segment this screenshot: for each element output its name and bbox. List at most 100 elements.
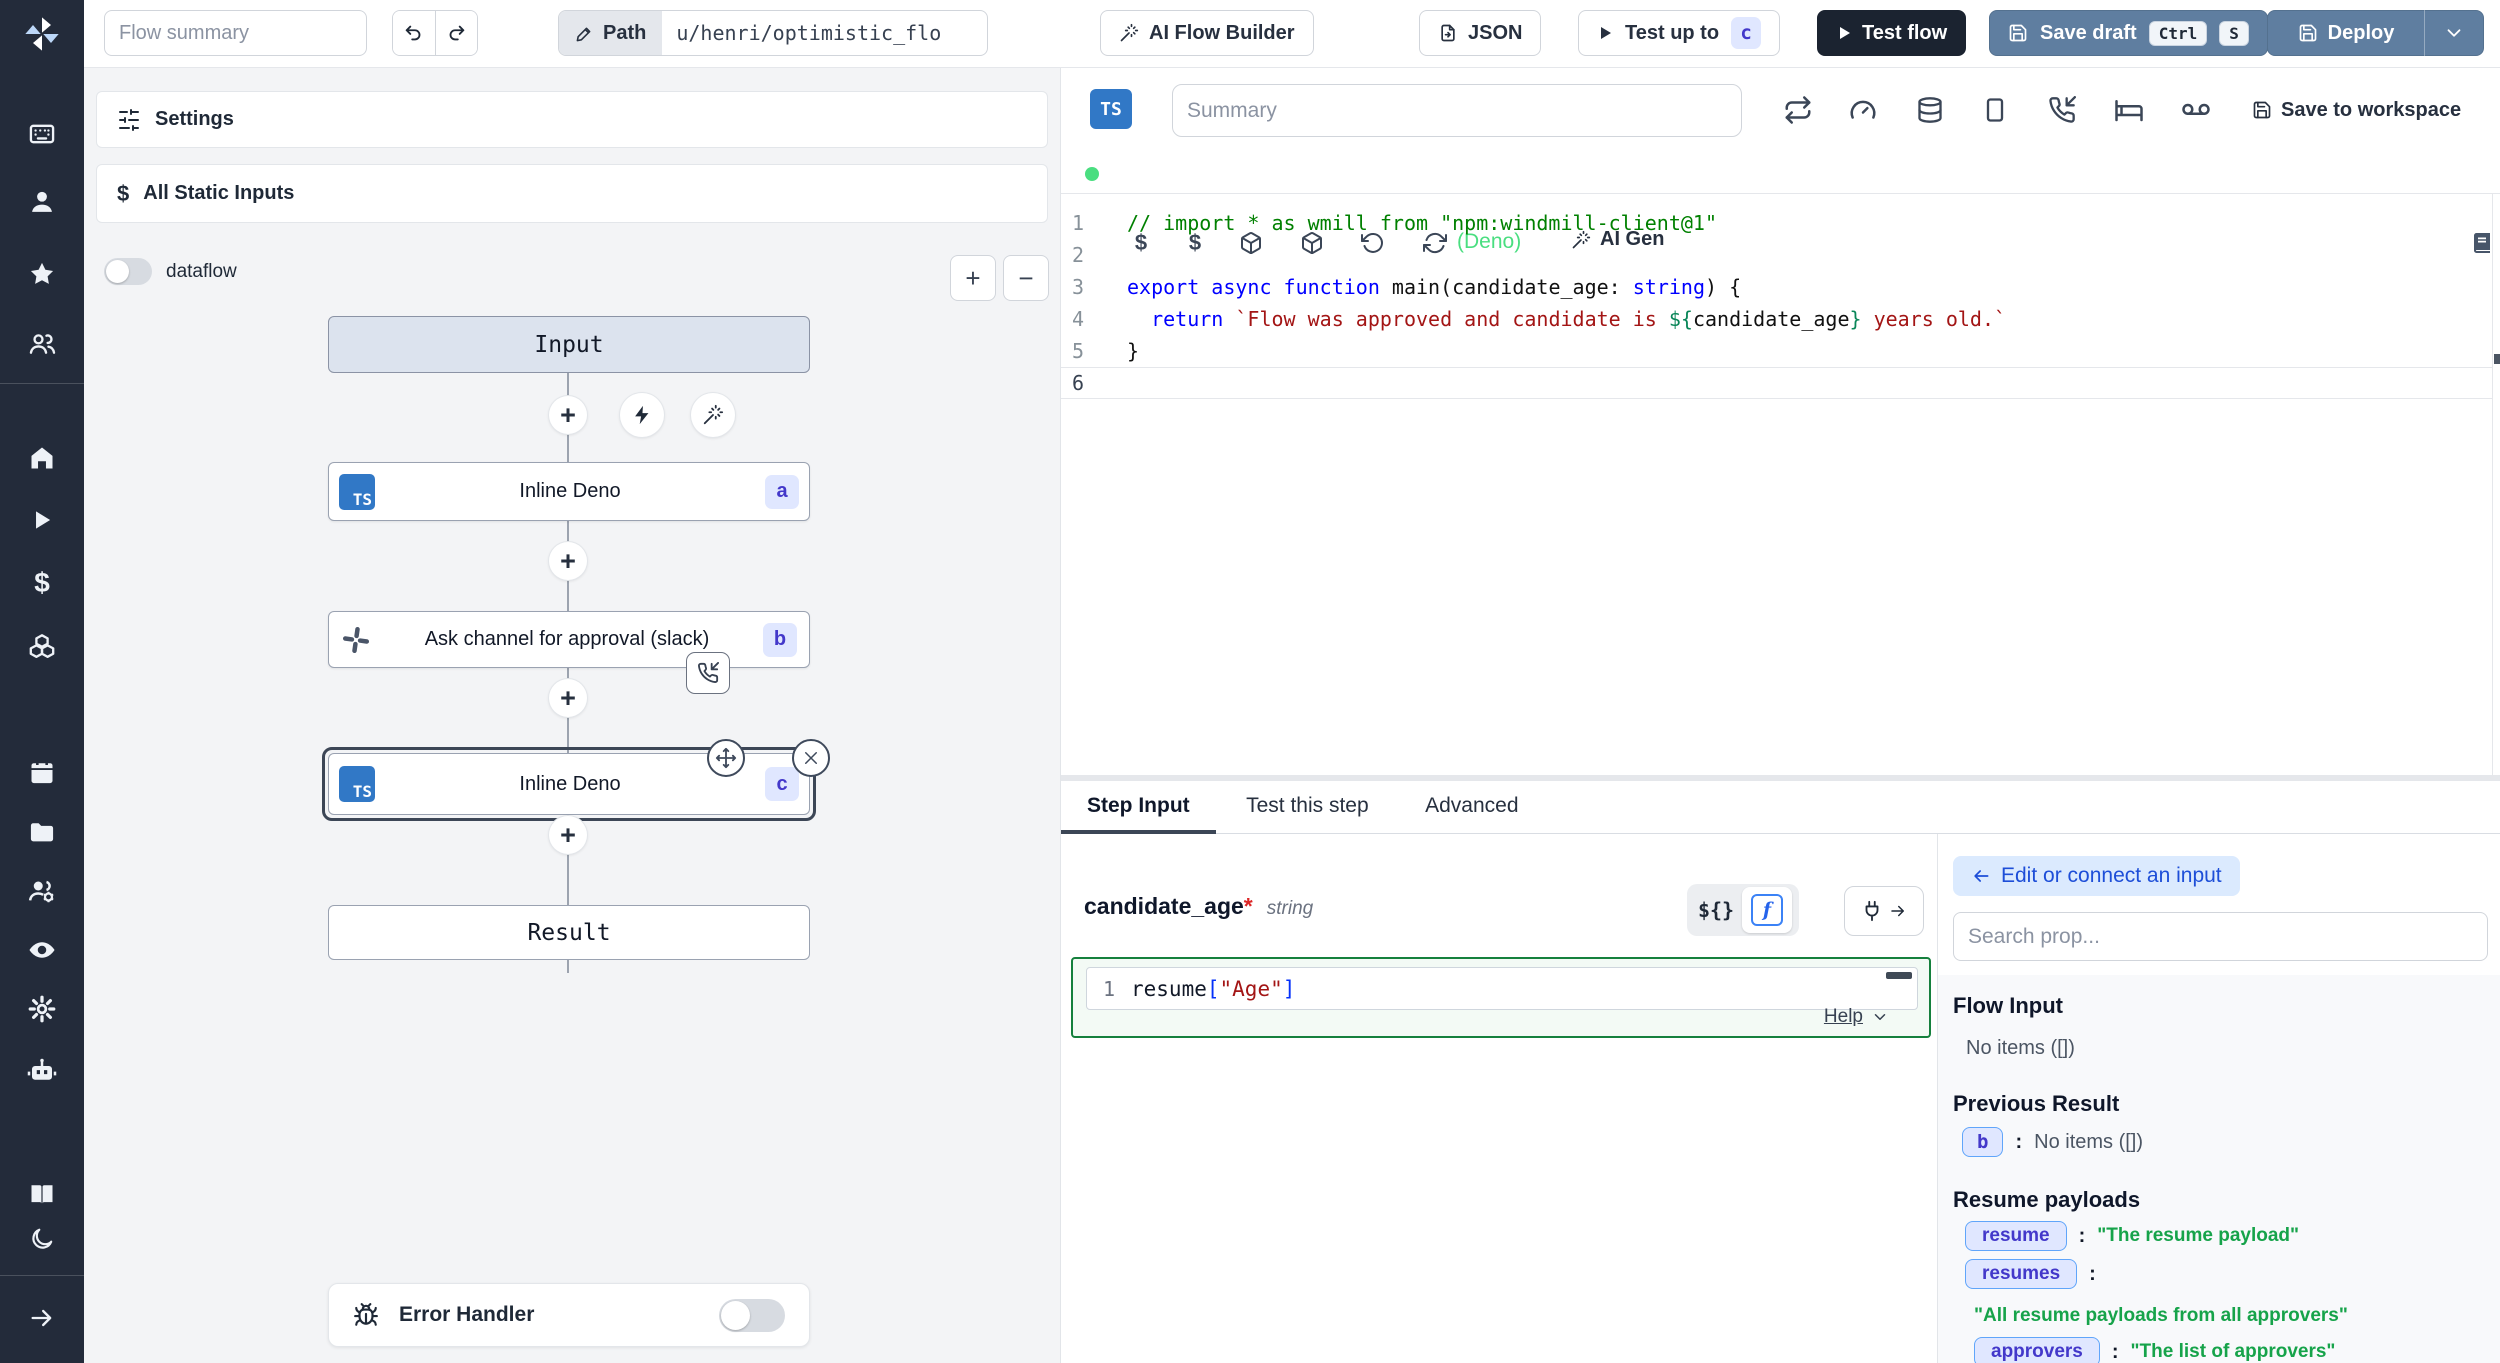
prop-pill-resume[interactable]: resume bbox=[1965, 1221, 2067, 1251]
code-editor[interactable]: 1// import * as wmill from "npm:windmill… bbox=[1061, 193, 2500, 776]
connect-input-panel: Edit or connect an input Flow Input No i… bbox=[1938, 834, 2500, 1363]
insert-step-button[interactable]: + bbox=[549, 816, 587, 854]
variables-dollar-icon[interactable]: $ bbox=[0, 566, 84, 600]
all-static-inputs-card[interactable]: $ All Static Inputs bbox=[96, 164, 1048, 223]
edit-or-connect-back-button[interactable]: Edit or connect an input bbox=[1953, 856, 2240, 896]
flow-node-result[interactable]: Result bbox=[328, 905, 810, 960]
error-handler-toggle[interactable] bbox=[719, 1299, 785, 1332]
ai-suggest-wand-button[interactable] bbox=[691, 393, 735, 437]
home-icon[interactable] bbox=[0, 441, 84, 475]
trigger-bolt-button[interactable] bbox=[620, 393, 664, 437]
settings-card[interactable]: Settings bbox=[96, 91, 1048, 148]
test-flow-button[interactable]: Test flow bbox=[1817, 10, 1966, 56]
search-prop-input[interactable] bbox=[1953, 912, 2488, 961]
prop-description: "The list of approvers" bbox=[2131, 1341, 2336, 1363]
early-stop-gauge-icon[interactable] bbox=[1844, 91, 1882, 129]
users-icon[interactable] bbox=[0, 327, 84, 361]
move-node-button[interactable] bbox=[707, 739, 745, 777]
help-label: Help bbox=[1824, 1006, 1863, 1028]
summary-input[interactable] bbox=[1172, 84, 1742, 137]
user-icon[interactable] bbox=[0, 185, 84, 219]
suspend-phone-incoming-icon bbox=[686, 652, 730, 694]
prop-pill-approvers[interactable]: approvers bbox=[1974, 1337, 2100, 1363]
zoom-in-button[interactable]: + bbox=[950, 255, 996, 301]
sleep-bed-icon[interactable] bbox=[2110, 91, 2148, 129]
windmill-logo-icon[interactable] bbox=[0, 8, 84, 60]
expression-input[interactable]: 1 resume["Age"] bbox=[1086, 967, 1918, 1010]
save-draft-button[interactable]: Save draft Ctrl S bbox=[1989, 10, 2268, 56]
expression-editor[interactable]: 1 resume["Age"] Help bbox=[1071, 957, 1931, 1038]
test-up-to-button[interactable]: Test up to c bbox=[1578, 10, 1780, 56]
help-link[interactable]: Help bbox=[1824, 1006, 1889, 1028]
colon: : bbox=[2112, 1341, 2119, 1363]
colon: : bbox=[2015, 1131, 2022, 1154]
save-to-workspace-label: Save to workspace bbox=[2281, 99, 2461, 122]
flow-node-a[interactable]: TS Inline Deno a bbox=[328, 462, 810, 521]
zoom-out-button[interactable]: − bbox=[1003, 255, 1049, 301]
required-asterisk: * bbox=[1244, 893, 1253, 920]
colon: : bbox=[2079, 1225, 2086, 1248]
undo-button[interactable] bbox=[393, 11, 436, 55]
scrollbar-thumb[interactable] bbox=[1886, 972, 1912, 979]
error-handler-card[interactable]: Error Handler bbox=[328, 1283, 810, 1347]
mock-square-icon[interactable] bbox=[1976, 91, 2014, 129]
workers-bot-icon[interactable] bbox=[0, 1054, 84, 1088]
javascript-mode-button[interactable]: f bbox=[1742, 887, 1792, 933]
apps-icon[interactable] bbox=[0, 117, 84, 151]
insert-step-button[interactable]: + bbox=[549, 396, 587, 434]
redo-button[interactable] bbox=[436, 11, 478, 55]
json-button[interactable]: JSON bbox=[1419, 10, 1541, 56]
wand-sparkles-icon bbox=[702, 404, 724, 426]
resources-boxes-icon[interactable] bbox=[0, 630, 84, 664]
deploy-button[interactable]: Deploy bbox=[2268, 22, 2424, 45]
insert-step-button[interactable]: + bbox=[549, 679, 587, 717]
previous-result-row: b : No items ([]) bbox=[1962, 1127, 2143, 1157]
flow-node-b[interactable]: Ask channel for approval (slack) b bbox=[328, 611, 810, 668]
field-name: candidate_age bbox=[1084, 893, 1244, 920]
tab-step-input[interactable]: Step Input bbox=[1061, 781, 1216, 834]
folders-icon[interactable] bbox=[0, 815, 84, 849]
deploy-more-chevron-button[interactable] bbox=[2425, 10, 2483, 56]
prop-pill-resumes[interactable]: resumes bbox=[1965, 1259, 2077, 1289]
save-icon bbox=[2252, 100, 2272, 120]
template-mode-button[interactable]: ${} bbox=[1690, 898, 1742, 922]
field-type: string bbox=[1267, 898, 1313, 920]
runs-play-icon[interactable] bbox=[0, 503, 84, 537]
plus-icon: + bbox=[965, 263, 980, 294]
prop-pill-b[interactable]: b bbox=[1962, 1127, 2003, 1157]
save-to-workspace-button[interactable]: Save to workspace bbox=[2246, 91, 2467, 129]
schedules-calendar-icon[interactable] bbox=[0, 755, 84, 789]
minus-icon: − bbox=[1018, 263, 1033, 294]
typescript-icon: TS bbox=[339, 766, 375, 802]
flow-summary-input[interactable] bbox=[104, 10, 367, 56]
function-icon: f bbox=[1751, 894, 1783, 926]
settings-gear-icon[interactable] bbox=[0, 992, 84, 1026]
lifetime-voicemail-icon[interactable] bbox=[2177, 91, 2215, 129]
dark-mode-moon-icon[interactable] bbox=[0, 1222, 84, 1256]
cache-database-icon[interactable] bbox=[1911, 91, 1949, 129]
chevron-down-icon bbox=[1871, 1008, 1889, 1026]
script-editor-panel: TS Save to workspace $ $ (Deno) AI Gen 1 bbox=[1061, 67, 2500, 775]
connect-input-plug-button[interactable] bbox=[1844, 886, 1924, 936]
json-label: JSON bbox=[1468, 22, 1522, 45]
retries-repeat-icon[interactable] bbox=[1779, 91, 1817, 129]
delete-node-button[interactable] bbox=[792, 739, 830, 777]
star-icon[interactable] bbox=[0, 257, 84, 291]
ai-flow-builder-button[interactable]: AI Flow Builder bbox=[1100, 10, 1314, 56]
tab-test-this-step[interactable]: Test this step bbox=[1220, 781, 1395, 830]
path-button[interactable]: Path u/henri/optimistic_flo bbox=[558, 10, 988, 56]
step-tabbar: Step Input Test this step Advanced bbox=[1061, 781, 2500, 834]
dataflow-toggle[interactable] bbox=[104, 258, 152, 285]
suspend-phone-incoming-icon[interactable] bbox=[2043, 91, 2081, 129]
undo-redo-group bbox=[392, 10, 478, 56]
kbd-ctrl: Ctrl bbox=[2149, 21, 2208, 46]
tab-advanced[interactable]: Advanced bbox=[1399, 781, 1544, 830]
insert-step-button[interactable]: + bbox=[549, 542, 587, 580]
line-number: 1 bbox=[1087, 977, 1131, 1001]
groups-icon[interactable] bbox=[0, 874, 84, 908]
docs-book-icon[interactable] bbox=[0, 1177, 84, 1211]
expand-arrow-right-icon[interactable] bbox=[0, 1301, 84, 1335]
settings-label: Settings bbox=[155, 108, 234, 131]
audit-logs-eye-icon[interactable] bbox=[0, 933, 84, 967]
flow-node-input[interactable]: Input bbox=[328, 316, 810, 373]
